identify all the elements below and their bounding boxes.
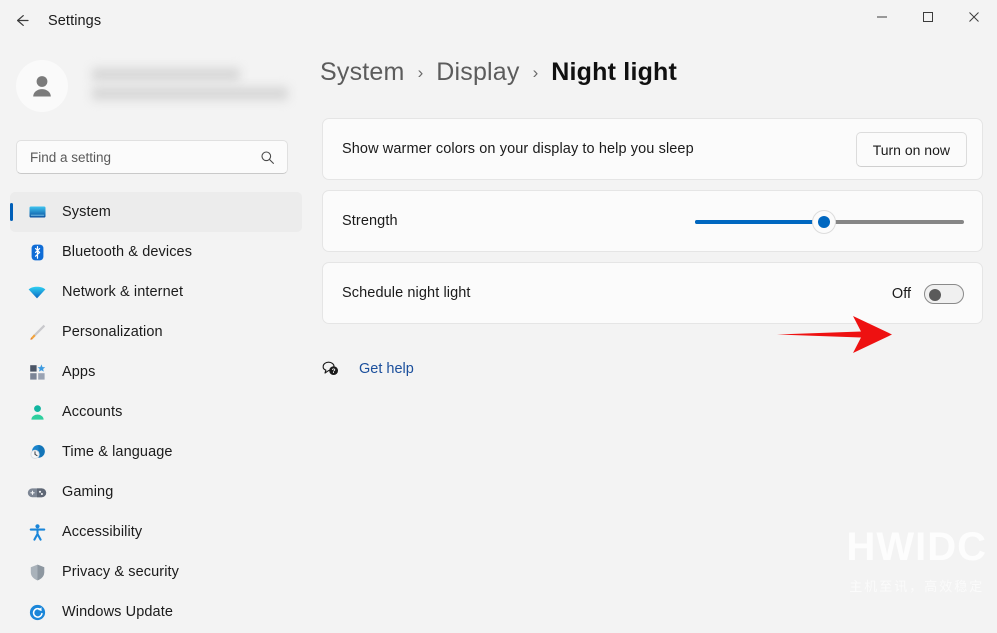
account-email-redacted — [92, 87, 288, 100]
breadcrumb: System › Display › Night light — [320, 58, 677, 87]
window-title: Settings — [48, 13, 101, 29]
shield-icon — [26, 562, 48, 582]
sidebar-item-bluetooth-devices[interactable]: Bluetooth & devices — [10, 232, 302, 272]
sidebar-item-windows-update[interactable]: Windows Update — [10, 592, 302, 632]
breadcrumb-separator: › — [418, 63, 424, 83]
content-area: System › Display › Night light Show warm… — [312, 40, 997, 633]
sidebar-item-label: Apps — [62, 364, 95, 380]
account-person-icon — [26, 402, 48, 422]
get-help-link[interactable]: Get help — [359, 361, 414, 377]
bluetooth-icon — [26, 242, 48, 262]
warmer-colors-label: Show warmer colors on your display to he… — [342, 141, 694, 157]
account-name-redacted — [92, 68, 240, 81]
back-button[interactable] — [6, 6, 36, 34]
minimize-button[interactable] — [859, 0, 905, 34]
search-box[interactable] — [16, 140, 288, 174]
accessibility-icon — [26, 522, 48, 542]
sidebar-item-label: Privacy & security — [62, 564, 179, 580]
title-bar: Settings — [0, 0, 997, 40]
search-icon — [260, 150, 275, 170]
schedule-night-light-label: Schedule night light — [342, 285, 471, 301]
sidebar-item-label: Bluetooth & devices — [62, 244, 192, 260]
window-controls — [859, 0, 997, 40]
selection-indicator — [10, 203, 13, 221]
sidebar-item-label: Gaming — [62, 484, 113, 500]
sidebar-item-gaming[interactable]: Gaming — [10, 472, 302, 512]
clock-globe-icon — [26, 442, 48, 462]
apps-grid-icon — [26, 362, 48, 382]
gamepad-icon — [26, 482, 48, 502]
slider-thumb[interactable] — [812, 210, 836, 234]
sidebar-item-label: Accounts — [62, 404, 122, 420]
sidebar-item-label: Windows Update — [62, 604, 173, 620]
card-strength: Strength — [322, 190, 983, 252]
close-button[interactable] — [951, 0, 997, 34]
sidebar-item-time-language[interactable]: Time & language — [10, 432, 302, 472]
breadcrumb-item-system[interactable]: System — [320, 58, 405, 87]
sidebar-item-personalization[interactable]: Personalization — [10, 312, 302, 352]
avatar — [16, 60, 68, 112]
schedule-night-light-toggle[interactable] — [924, 284, 964, 304]
strength-slider[interactable] — [693, 191, 965, 253]
breadcrumb-item-display[interactable]: Display — [436, 58, 519, 87]
sidebar: System Bluetooth & devices — [0, 40, 312, 633]
paintbrush-icon — [26, 322, 48, 342]
sidebar-item-system[interactable]: System — [10, 192, 302, 232]
breadcrumb-item-night-light: Night light — [551, 58, 677, 87]
toggle-state-label: Off — [892, 286, 911, 302]
account-summary[interactable] — [16, 57, 296, 119]
sidebar-item-apps[interactable]: Apps — [10, 352, 302, 392]
schedule-toggle-area: Off — [892, 263, 964, 325]
wifi-icon — [26, 282, 48, 302]
sidebar-item-privacy-security[interactable]: Privacy & security — [10, 552, 302, 592]
help-question-bubble-icon: ? — [320, 358, 342, 380]
monitor-icon — [26, 202, 48, 222]
maximize-button[interactable] — [905, 0, 951, 34]
sidebar-item-label: Personalization — [62, 324, 163, 340]
sidebar-item-label: Accessibility — [62, 524, 142, 540]
card-warmer-colors: Show warmer colors on your display to he… — [322, 118, 983, 180]
sidebar-nav: System Bluetooth & devices — [10, 192, 302, 632]
search-input[interactable] — [17, 142, 245, 172]
svg-text:?: ? — [332, 368, 336, 375]
settings-window: Settings — [0, 0, 997, 633]
sidebar-item-network-internet[interactable]: Network & internet — [10, 272, 302, 312]
sidebar-item-accounts[interactable]: Accounts — [10, 392, 302, 432]
annotation-arrow-icon — [775, 312, 895, 361]
sidebar-item-label: Network & internet — [62, 284, 183, 300]
turn-on-now-button[interactable]: Turn on now — [856, 132, 967, 167]
get-help[interactable]: ? Get help — [320, 358, 414, 380]
sidebar-item-accessibility[interactable]: Accessibility — [10, 512, 302, 552]
sidebar-item-label: System — [62, 204, 111, 220]
breadcrumb-separator: › — [533, 63, 539, 83]
sidebar-item-label: Time & language — [62, 444, 173, 460]
update-refresh-icon — [26, 602, 48, 622]
slider-fill — [695, 220, 824, 224]
strength-label: Strength — [342, 213, 398, 229]
